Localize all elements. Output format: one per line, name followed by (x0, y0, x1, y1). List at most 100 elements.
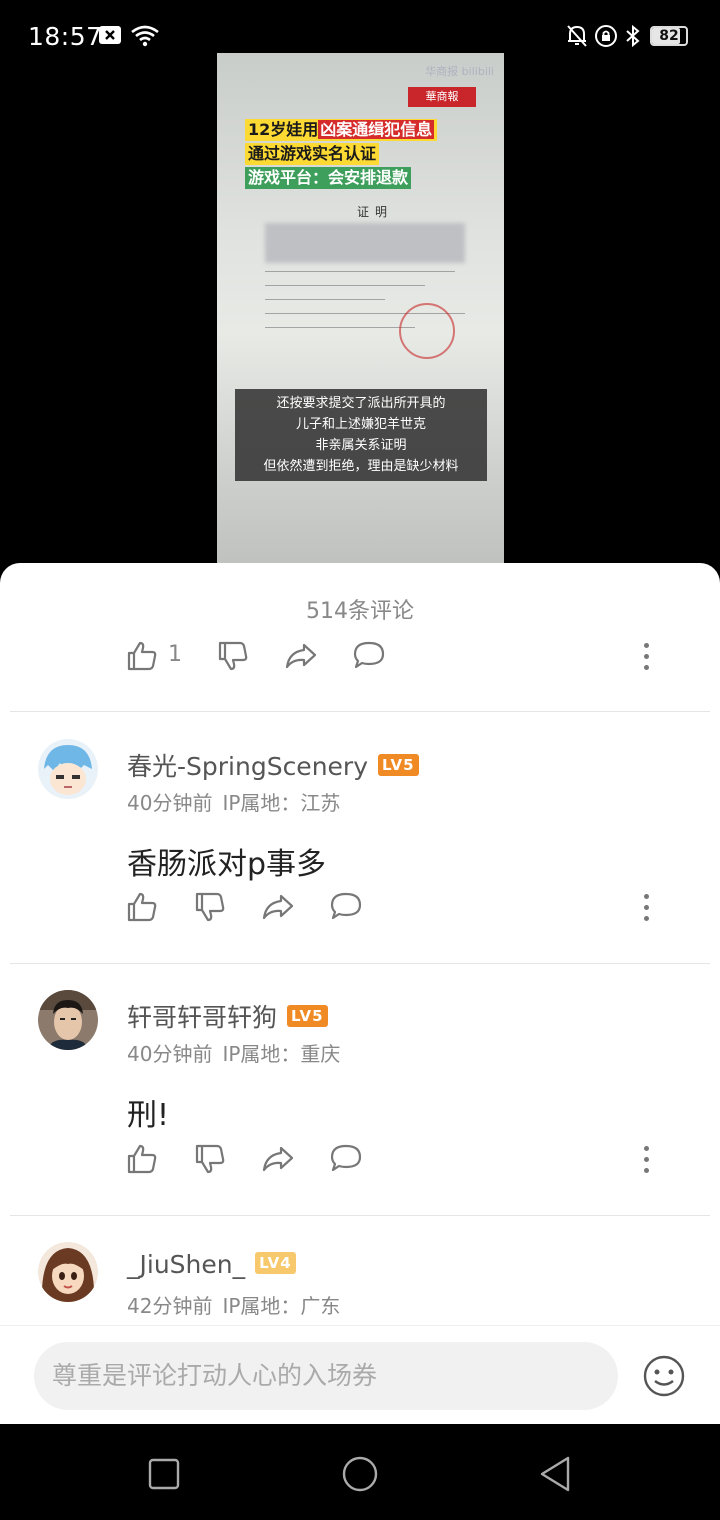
thumbs-down-icon (195, 892, 225, 922)
comment-time: 40分钟前 (127, 791, 213, 815)
back-button[interactable] (536, 1454, 576, 1494)
share-icon (262, 894, 294, 920)
bluetooth-icon (626, 24, 640, 48)
document-blurred-lines (265, 223, 465, 263)
username-text: 春光-SpringScenery (127, 752, 368, 781)
more-dot (643, 664, 649, 670)
video-watermark: 华商报 bilibili (425, 65, 494, 78)
battery-indicator: 82 (650, 26, 688, 46)
comment-action-row (0, 1134, 720, 1184)
avatar[interactable] (38, 1242, 98, 1302)
thumbs-up-icon (127, 1144, 157, 1174)
thumbs-up-icon (127, 892, 157, 922)
dislike-button[interactable] (185, 882, 235, 932)
comment-text: 香肠派对p事多 (127, 847, 327, 882)
more-options-button[interactable] (628, 1134, 664, 1184)
dislike-button[interactable] (208, 631, 258, 681)
divider (10, 1215, 710, 1216)
avatar[interactable] (38, 739, 98, 799)
comments-sheet: 514条评论 1 春光-SpringScenery LV5 40分钟前 IP属地… (0, 563, 720, 1425)
subtitle-line: 儿子和上述嫌犯羊世克 (295, 417, 426, 432)
comment-ip: IP属地：重庆 (222, 1042, 341, 1066)
battery-text: 82 (659, 28, 679, 44)
comment-action-row (0, 882, 720, 932)
comment-username[interactable]: 春光-SpringScenery LV5 (127, 747, 419, 783)
level-badge: LV5 (378, 754, 419, 776)
share-button[interactable] (253, 1134, 303, 1184)
headline-1-highlight: 凶案通缉犯信息 (318, 120, 435, 139)
news-logo: 華商報 (408, 87, 476, 107)
avatar-image (38, 739, 98, 799)
more-options-button[interactable] (628, 631, 664, 681)
headline-3: 游戏平台：会安排退款 (245, 167, 412, 189)
document-line (265, 299, 385, 300)
dislike-button[interactable] (185, 1134, 235, 1184)
comment-input-bar: 尊重是评论打动人心的入场券 (0, 1325, 720, 1425)
close-box-icon (99, 26, 121, 44)
share-button[interactable] (253, 882, 303, 932)
comment-count: 514条评论 (306, 599, 414, 624)
like-button[interactable] (117, 882, 167, 932)
avatar-image (38, 1242, 98, 1302)
comment-button[interactable] (344, 631, 394, 681)
recent-apps-button[interactable] (144, 1454, 184, 1494)
comment-item: 轩哥轩哥轩狗 LV5 40分钟前 IP属地：重庆 刑! (0, 990, 720, 1210)
share-icon (262, 1146, 294, 1172)
comment-meta: 40分钟前 IP属地：重庆 (127, 1038, 340, 1067)
more-dot (643, 642, 649, 648)
thumbs-down-icon (218, 641, 248, 671)
comment-username[interactable]: _JiuShen_ LV4 (127, 1250, 296, 1279)
comment-username[interactable]: 轩哥轩哥轩狗 LV5 (127, 998, 328, 1034)
divider (10, 711, 710, 712)
comment-bubble-icon (353, 641, 385, 669)
like-button[interactable] (117, 631, 167, 681)
document-line (265, 285, 425, 286)
more-dot (643, 653, 649, 659)
avatar-image (38, 990, 98, 1050)
document-line (265, 327, 415, 328)
more-dot (643, 1167, 649, 1173)
username-text: _JiuShen_ (127, 1250, 246, 1279)
level-badge: LV4 (255, 1252, 296, 1274)
lock-rotation-icon (595, 25, 617, 47)
reply-button[interactable] (321, 1134, 371, 1184)
subtitle-line: 还按要求提交了派出所开具的 (276, 396, 446, 411)
comment-item: _JiuShen_ LV4 42分钟前 IP属地：广东 (0, 1242, 720, 1322)
screen: 18:57 82 华商报 bilibili 華商報 12岁娃用 凶案通缉犯信息 … (0, 0, 720, 1520)
thumbs-up-icon (127, 641, 157, 671)
document-line (265, 271, 455, 272)
username-text: 轩哥轩哥轩狗 (127, 1003, 278, 1032)
home-button[interactable] (340, 1454, 380, 1494)
bell-off-icon (567, 25, 587, 47)
video-action-row: 1 (0, 631, 720, 681)
video-player[interactable]: 华商报 bilibili 華商報 12岁娃用 凶案通缉犯信息 通过游戏实名认证 游… (217, 53, 504, 563)
system-nav-bar (0, 1424, 720, 1520)
headline-2: 通过游戏实名认证 (245, 143, 380, 165)
comment-meta: 42分钟前 IP属地：广东 (127, 1290, 340, 1319)
more-dot (643, 915, 649, 921)
subtitle-line: 但依然遭到拒绝，理由是缺少材料 (263, 459, 459, 474)
more-dot (643, 1145, 649, 1151)
share-button[interactable] (276, 631, 326, 681)
comment-meta: 40分钟前 IP属地：江苏 (127, 787, 340, 816)
comment-ip: IP属地：江苏 (222, 791, 341, 815)
reply-button[interactable] (321, 882, 371, 932)
more-dot (643, 893, 649, 899)
avatar[interactable] (38, 990, 98, 1050)
comment-item: 春光-SpringScenery LV5 40分钟前 IP属地：江苏 香肠派对p事多 (0, 739, 720, 959)
more-dot (643, 1156, 649, 1162)
comment-time: 40分钟前 (127, 1042, 213, 1066)
divider (10, 963, 710, 964)
subtitle-line: 非亲属关系证明 (315, 438, 407, 453)
more-dot (643, 904, 649, 910)
more-options-button[interactable] (628, 882, 664, 932)
status-time: 18:57 (28, 22, 103, 51)
emoji-icon[interactable] (642, 1354, 686, 1398)
level-badge: LV5 (287, 1005, 328, 1027)
comment-ip: IP属地：广东 (222, 1294, 341, 1318)
comment-time: 42分钟前 (127, 1294, 213, 1318)
comment-input[interactable]: 尊重是评论打动人心的入场券 (34, 1342, 618, 1410)
video-subtitle: 还按要求提交了派出所开具的 儿子和上述嫌犯羊世克 非亲属关系证明 但依然遭到拒绝… (235, 389, 487, 481)
comment-bubble-icon (330, 1144, 362, 1172)
like-button[interactable] (117, 1134, 167, 1184)
